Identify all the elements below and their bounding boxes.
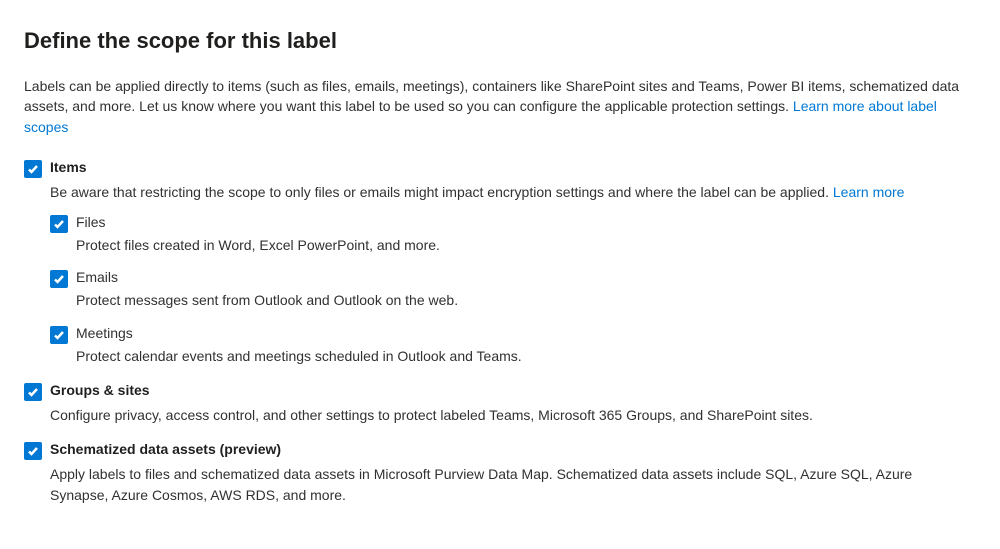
schematized-checkbox[interactable] <box>24 442 42 460</box>
meetings-checkbox[interactable] <box>50 326 68 344</box>
schematized-desc: Apply labels to files and schematized da… <box>50 464 970 505</box>
files-checkbox[interactable] <box>50 215 68 233</box>
sub-files: Files Protect files created in Word, Exc… <box>50 214 976 255</box>
check-icon <box>53 329 65 341</box>
meetings-label: Meetings <box>76 325 133 341</box>
sub-files-header: Files <box>50 214 976 233</box>
items-label: Items <box>50 159 87 175</box>
items-checkbox[interactable] <box>24 160 42 178</box>
check-icon <box>27 445 39 457</box>
check-icon <box>27 163 39 175</box>
check-icon <box>53 218 65 230</box>
files-label: Files <box>76 214 106 230</box>
scope-items: Items Be aware that restricting the scop… <box>24 159 976 366</box>
sub-meetings: Meetings Protect calendar events and mee… <box>50 325 976 366</box>
sub-meetings-header: Meetings <box>50 325 976 344</box>
scope-items-header: Items <box>24 159 976 178</box>
emails-checkbox[interactable] <box>50 270 68 288</box>
check-icon <box>53 273 65 285</box>
scope-schematized: Schematized data assets (preview) Apply … <box>24 441 976 505</box>
sub-emails-header: Emails <box>50 269 976 288</box>
items-sub-list: Files Protect files created in Word, Exc… <box>50 214 976 366</box>
files-desc: Protect files created in Word, Excel Pow… <box>76 235 976 255</box>
groups-label: Groups & sites <box>50 382 150 398</box>
intro-paragraph: Labels can be applied directly to items … <box>24 76 976 137</box>
schematized-label: Schematized data assets (preview) <box>50 441 281 457</box>
scope-groups: Groups & sites Configure privacy, access… <box>24 382 976 425</box>
emails-desc: Protect messages sent from Outlook and O… <box>76 290 976 310</box>
scope-schematized-header: Schematized data assets (preview) <box>24 441 976 460</box>
groups-checkbox[interactable] <box>24 383 42 401</box>
scope-groups-header: Groups & sites <box>24 382 976 401</box>
page-title: Define the scope for this label <box>24 28 976 54</box>
items-desc-text: Be aware that restricting the scope to o… <box>50 184 833 200</box>
groups-desc: Configure privacy, access control, and o… <box>50 405 970 425</box>
check-icon <box>27 386 39 398</box>
items-learn-more-link[interactable]: Learn more <box>833 184 905 200</box>
meetings-desc: Protect calendar events and meetings sch… <box>76 346 976 366</box>
sub-emails: Emails Protect messages sent from Outloo… <box>50 269 976 310</box>
items-desc: Be aware that restricting the scope to o… <box>50 182 970 202</box>
emails-label: Emails <box>76 269 118 285</box>
